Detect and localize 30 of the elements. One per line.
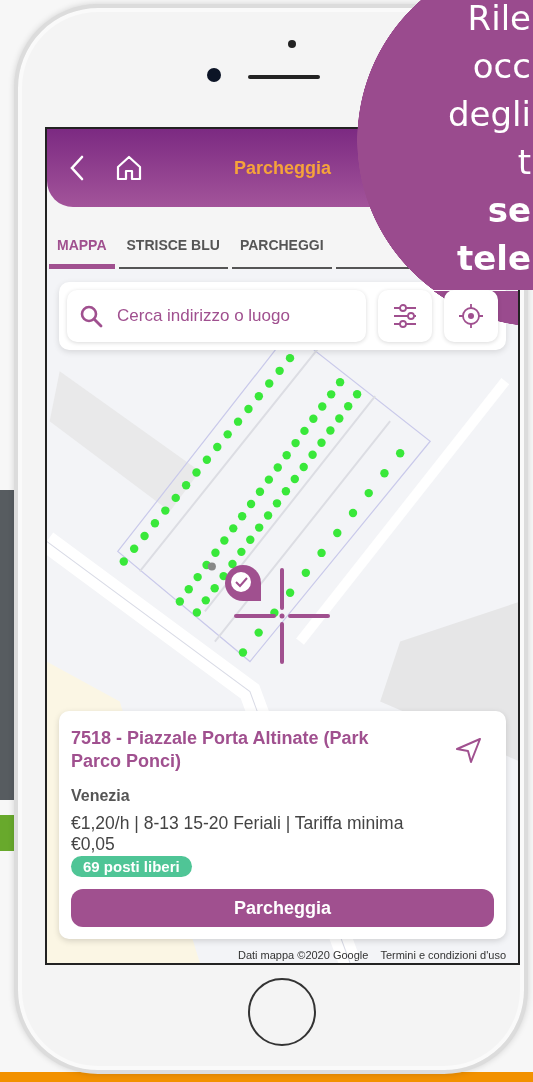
promo-text: se xyxy=(487,189,531,232)
screen-title: Parcheggia xyxy=(233,157,331,179)
park-button[interactable]: Parcheggia xyxy=(71,889,494,927)
promo-text: tele xyxy=(456,237,531,280)
sensor-icon xyxy=(288,40,296,48)
promo-text: occ xyxy=(472,45,531,88)
home-button[interactable] xyxy=(248,978,316,1046)
speaker-icon xyxy=(248,75,320,79)
promo-text: t xyxy=(517,141,531,184)
back-icon[interactable] xyxy=(69,155,85,181)
crosshair-icon xyxy=(234,568,330,664)
availability-badge: 69 posti liberi xyxy=(71,856,192,877)
locate-button[interactable] xyxy=(444,290,498,342)
locate-icon xyxy=(458,303,484,329)
map-attribution: Dati mappa ©2020 Google xyxy=(237,949,369,961)
sliders-icon xyxy=(392,303,418,329)
promo-text: degli xyxy=(448,93,531,136)
terms-link[interactable]: Termini e condizioni d'uso xyxy=(380,949,506,961)
filter-button[interactable] xyxy=(378,290,432,342)
promo-text: Rile xyxy=(467,0,531,40)
camera-icon xyxy=(207,68,221,82)
location-pin-icon xyxy=(223,563,263,603)
navigate-icon[interactable] xyxy=(454,736,482,764)
search-field[interactable]: Cerca indirizzo o luogo xyxy=(117,306,332,326)
parking-rates: €1,20/h | 8-13 15-20 Feriali | Tariffa minima €0,05 xyxy=(71,813,405,855)
parking-title: 7518 - Piazzale Porta Altinate (Park Parco Ponci) xyxy=(71,727,370,773)
search-box[interactable]: Cerca indirizzo o luogo xyxy=(67,290,366,342)
search-icon xyxy=(79,304,103,328)
parking-city: Venezia xyxy=(71,787,130,805)
home-icon[interactable] xyxy=(115,154,143,182)
